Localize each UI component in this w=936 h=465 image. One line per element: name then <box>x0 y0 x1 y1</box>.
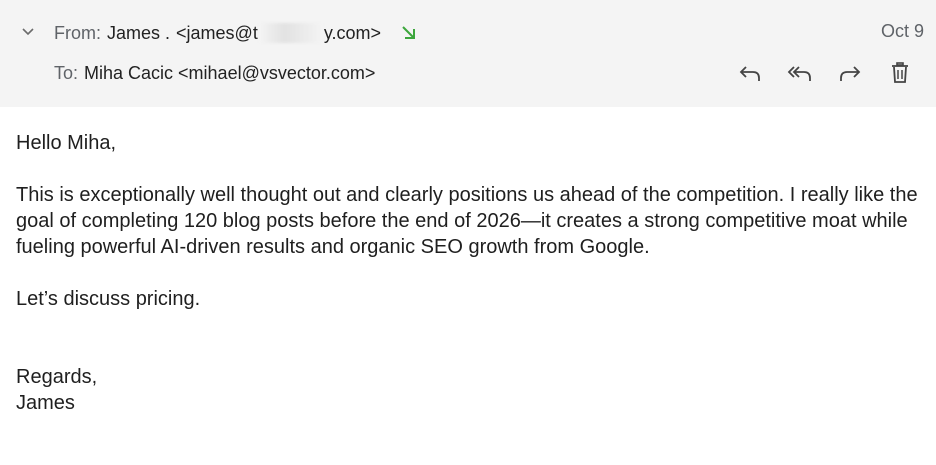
pricing-line: Let’s discuss pricing. <box>16 288 201 310</box>
reply-all-button[interactable] <box>786 60 814 86</box>
recipient[interactable]: Miha Cacic <mihael@vsvector.com> <box>84 63 375 84</box>
sender-email-prefix[interactable]: <james@t <box>176 23 258 44</box>
sender-name[interactable]: James . <box>107 23 170 44</box>
redacted-email-part <box>258 23 323 43</box>
reply-all-icon <box>787 66 811 81</box>
message-actions <box>736 60 914 86</box>
email-body: Hello Miha, This is exceptionally well t… <box>16 130 921 416</box>
signature: James <box>16 392 75 414</box>
to-row: To: Miha Cacic <mihael@vsvector.com> <box>54 61 375 85</box>
from-label: From: <box>54 22 101 43</box>
to-label: To: <box>54 62 79 83</box>
forward-icon <box>840 66 861 81</box>
incoming-arrow-icon <box>402 26 416 39</box>
reply-icon <box>739 66 760 81</box>
sender-email-suffix[interactable]: y.com> <box>324 23 381 44</box>
greeting: Hello Miha, <box>16 132 117 154</box>
email-date: Oct 9 <box>880 21 924 41</box>
closing: Regards, <box>16 366 98 388</box>
body-paragraph: This is exceptionally well thought out a… <box>16 184 918 258</box>
from-row: From: James . <james@t y.com> <box>54 21 419 45</box>
chevron-down-icon[interactable] <box>20 24 36 40</box>
trash-icon <box>892 62 908 83</box>
reply-button[interactable] <box>736 60 764 86</box>
delete-button[interactable] <box>886 60 914 86</box>
forward-button[interactable] <box>836 60 864 86</box>
email-header: From: James . <james@t y.com> Oct 9 To: … <box>0 0 936 107</box>
